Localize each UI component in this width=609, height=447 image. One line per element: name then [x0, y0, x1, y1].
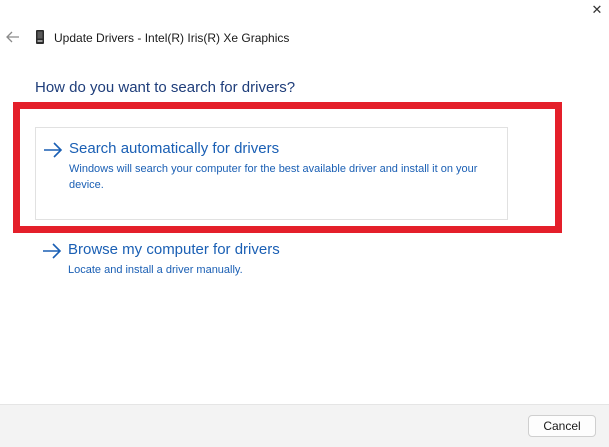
arrow-right-icon	[43, 243, 62, 259]
option-title: Search automatically for drivers	[69, 140, 280, 157]
device-icon	[36, 30, 44, 44]
dialog-footer: Cancel	[0, 404, 609, 447]
update-drivers-dialog: ✕ Update Drivers - Intel(R) Iris(R) Xe G…	[0, 0, 609, 447]
option-description: Windows will search your computer for th…	[69, 163, 478, 191]
back-arrow-icon	[6, 31, 19, 43]
close-icon: ✕	[591, 2, 603, 17]
back-button[interactable]	[4, 28, 22, 46]
option-description: Locate and install a driver manually.	[68, 264, 243, 276]
page-heading: How do you want to search for drivers?	[35, 79, 296, 96]
browse-computer-option[interactable]: Browse my computer for drivers Locate an…	[35, 236, 435, 286]
search-automatically-option[interactable]: Search automatically for drivers Windows…	[35, 127, 508, 220]
close-button[interactable]: ✕	[585, 0, 609, 20]
option-title: Browse my computer for drivers	[68, 241, 280, 258]
window-title: Update Drivers - Intel(R) Iris(R) Xe Gra…	[54, 31, 290, 45]
cancel-button[interactable]: Cancel	[528, 415, 596, 437]
arrow-right-icon	[44, 142, 63, 158]
